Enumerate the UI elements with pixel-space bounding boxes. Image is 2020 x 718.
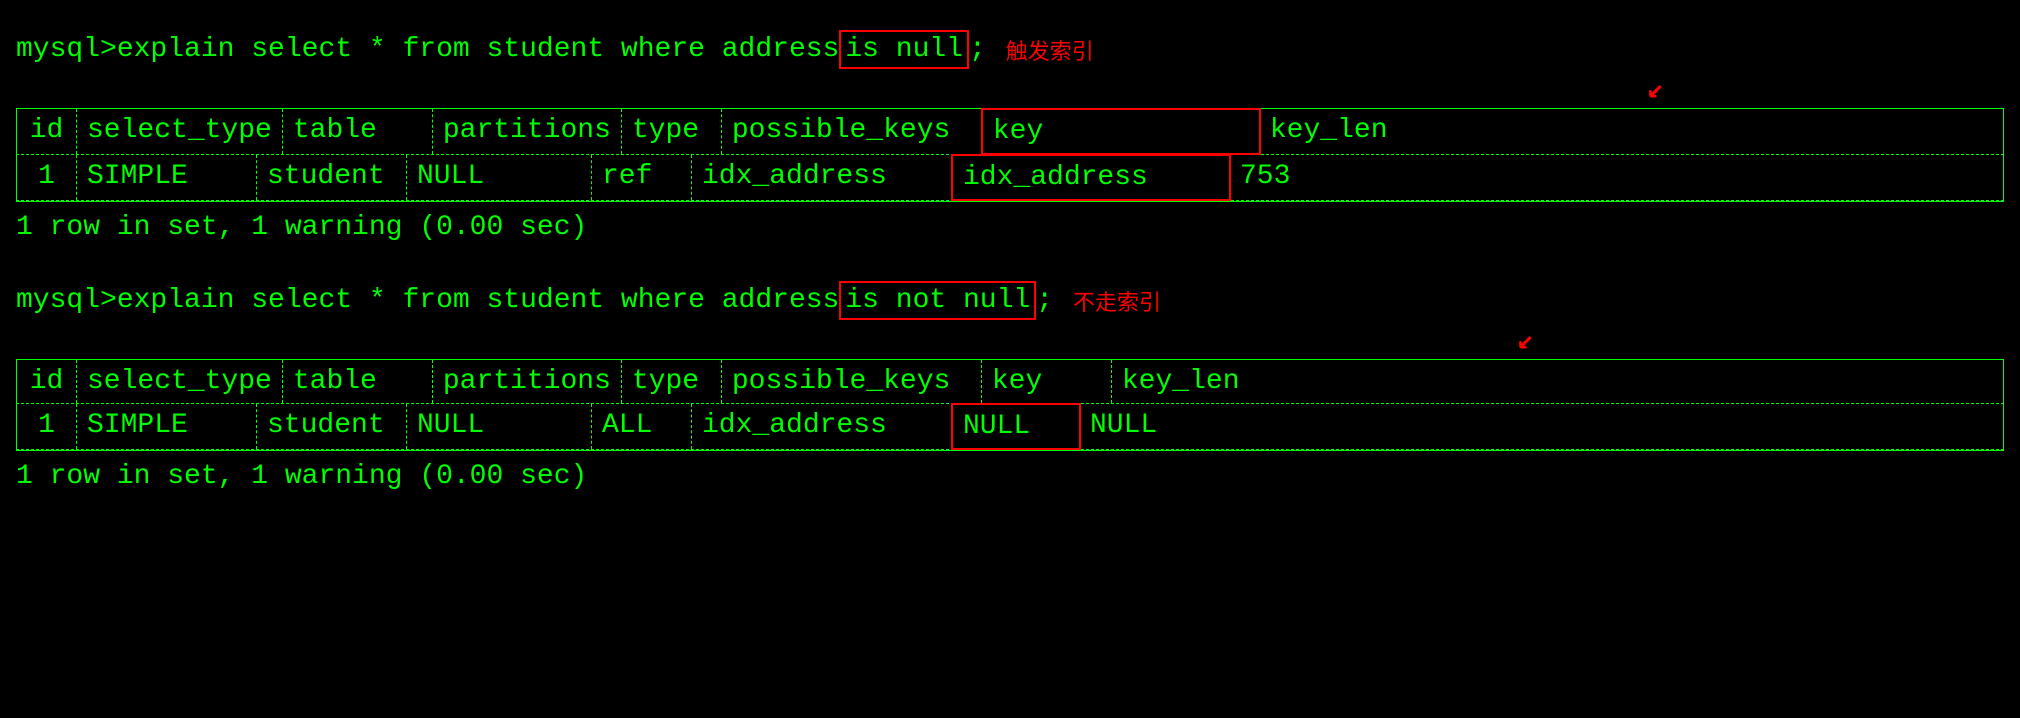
h2-key: key bbox=[982, 360, 1112, 403]
spacer bbox=[16, 257, 2004, 269]
annotation1: 触发索引 bbox=[1006, 34, 1094, 66]
d2-id: 1 bbox=[17, 404, 77, 449]
command1: explain select * from student where addr… bbox=[117, 34, 840, 65]
d2-table: student bbox=[257, 404, 407, 449]
h1-table: table bbox=[283, 109, 433, 154]
query1-section: mysql> explain select * from student whe… bbox=[16, 18, 2004, 257]
terminal: mysql> explain select * from student whe… bbox=[0, 10, 2020, 514]
d1-type: ref bbox=[592, 155, 692, 200]
prompt2: mysql> bbox=[16, 285, 117, 316]
annotation2-text: 不走索引 bbox=[1073, 285, 1161, 317]
table1-border-top: id select_type table partitions type pos… bbox=[16, 108, 2004, 154]
highlight1: is null bbox=[839, 30, 969, 69]
d2-type: ALL bbox=[592, 404, 692, 449]
h2-select-type: select_type bbox=[77, 360, 283, 403]
d2-key: NULL bbox=[951, 403, 1081, 450]
semicolon1: ; bbox=[969, 34, 986, 65]
h2-table: table bbox=[283, 360, 433, 403]
arrow2: ↙ bbox=[1517, 326, 1534, 357]
highlight2: is not null bbox=[839, 281, 1036, 320]
h2-key-len: key_len bbox=[1112, 360, 2003, 403]
annotation2: 不走索引 bbox=[1073, 285, 1161, 317]
h1-partitions: partitions bbox=[433, 109, 622, 154]
h1-id: id bbox=[17, 109, 77, 154]
arrow1: ↙ bbox=[1647, 75, 1664, 106]
d1-select-type: SIMPLE bbox=[77, 155, 257, 200]
table1: id select_type table partitions type pos… bbox=[16, 108, 2004, 202]
h1-select-type: select_type bbox=[77, 109, 283, 154]
d1-table: student bbox=[257, 155, 407, 200]
d2-possible-keys: idx_address bbox=[692, 404, 952, 449]
command2: explain select * from student where addr… bbox=[117, 285, 840, 316]
h2-partitions: partitions bbox=[433, 360, 622, 403]
h1-key-len: key_len bbox=[1260, 109, 2003, 154]
table2-row1: 1 SIMPLE student NULL ALL idx_address NU… bbox=[16, 404, 2004, 449]
h1-key: key bbox=[981, 108, 1261, 155]
h2-possible-keys: possible_keys bbox=[722, 360, 982, 403]
semicolon2: ; bbox=[1036, 285, 1053, 316]
table2-header: id select_type table partitions type pos… bbox=[16, 359, 2004, 403]
h1-type: type bbox=[622, 109, 722, 154]
d1-id: 1 bbox=[17, 155, 77, 200]
table1-row1: 1 SIMPLE student NULL ref idx_address id… bbox=[16, 155, 2004, 200]
d2-key-len: NULL bbox=[1080, 404, 2003, 449]
d1-key: idx_address bbox=[951, 154, 1231, 201]
result1: 1 row in set, 1 warning (0.00 sec) bbox=[16, 202, 2004, 253]
annotation1-text: 触发索引 bbox=[1006, 34, 1094, 66]
d2-select-type: SIMPLE bbox=[77, 404, 257, 449]
h2-type: type bbox=[622, 360, 722, 403]
result2: 1 row in set, 1 warning (0.00 sec) bbox=[16, 451, 2004, 502]
d1-possible-keys: idx_address bbox=[692, 155, 952, 200]
prompt1: mysql> bbox=[16, 34, 117, 65]
query2-section: mysql> explain select * from student whe… bbox=[16, 269, 2004, 506]
h1-possible-keys: possible_keys bbox=[722, 109, 982, 154]
table2: id select_type table partitions type pos… bbox=[16, 359, 2004, 451]
d1-partitions: NULL bbox=[407, 155, 592, 200]
d2-partitions: NULL bbox=[407, 404, 592, 449]
h2-id: id bbox=[17, 360, 77, 403]
d1-key-len: 753 bbox=[1230, 155, 2003, 200]
